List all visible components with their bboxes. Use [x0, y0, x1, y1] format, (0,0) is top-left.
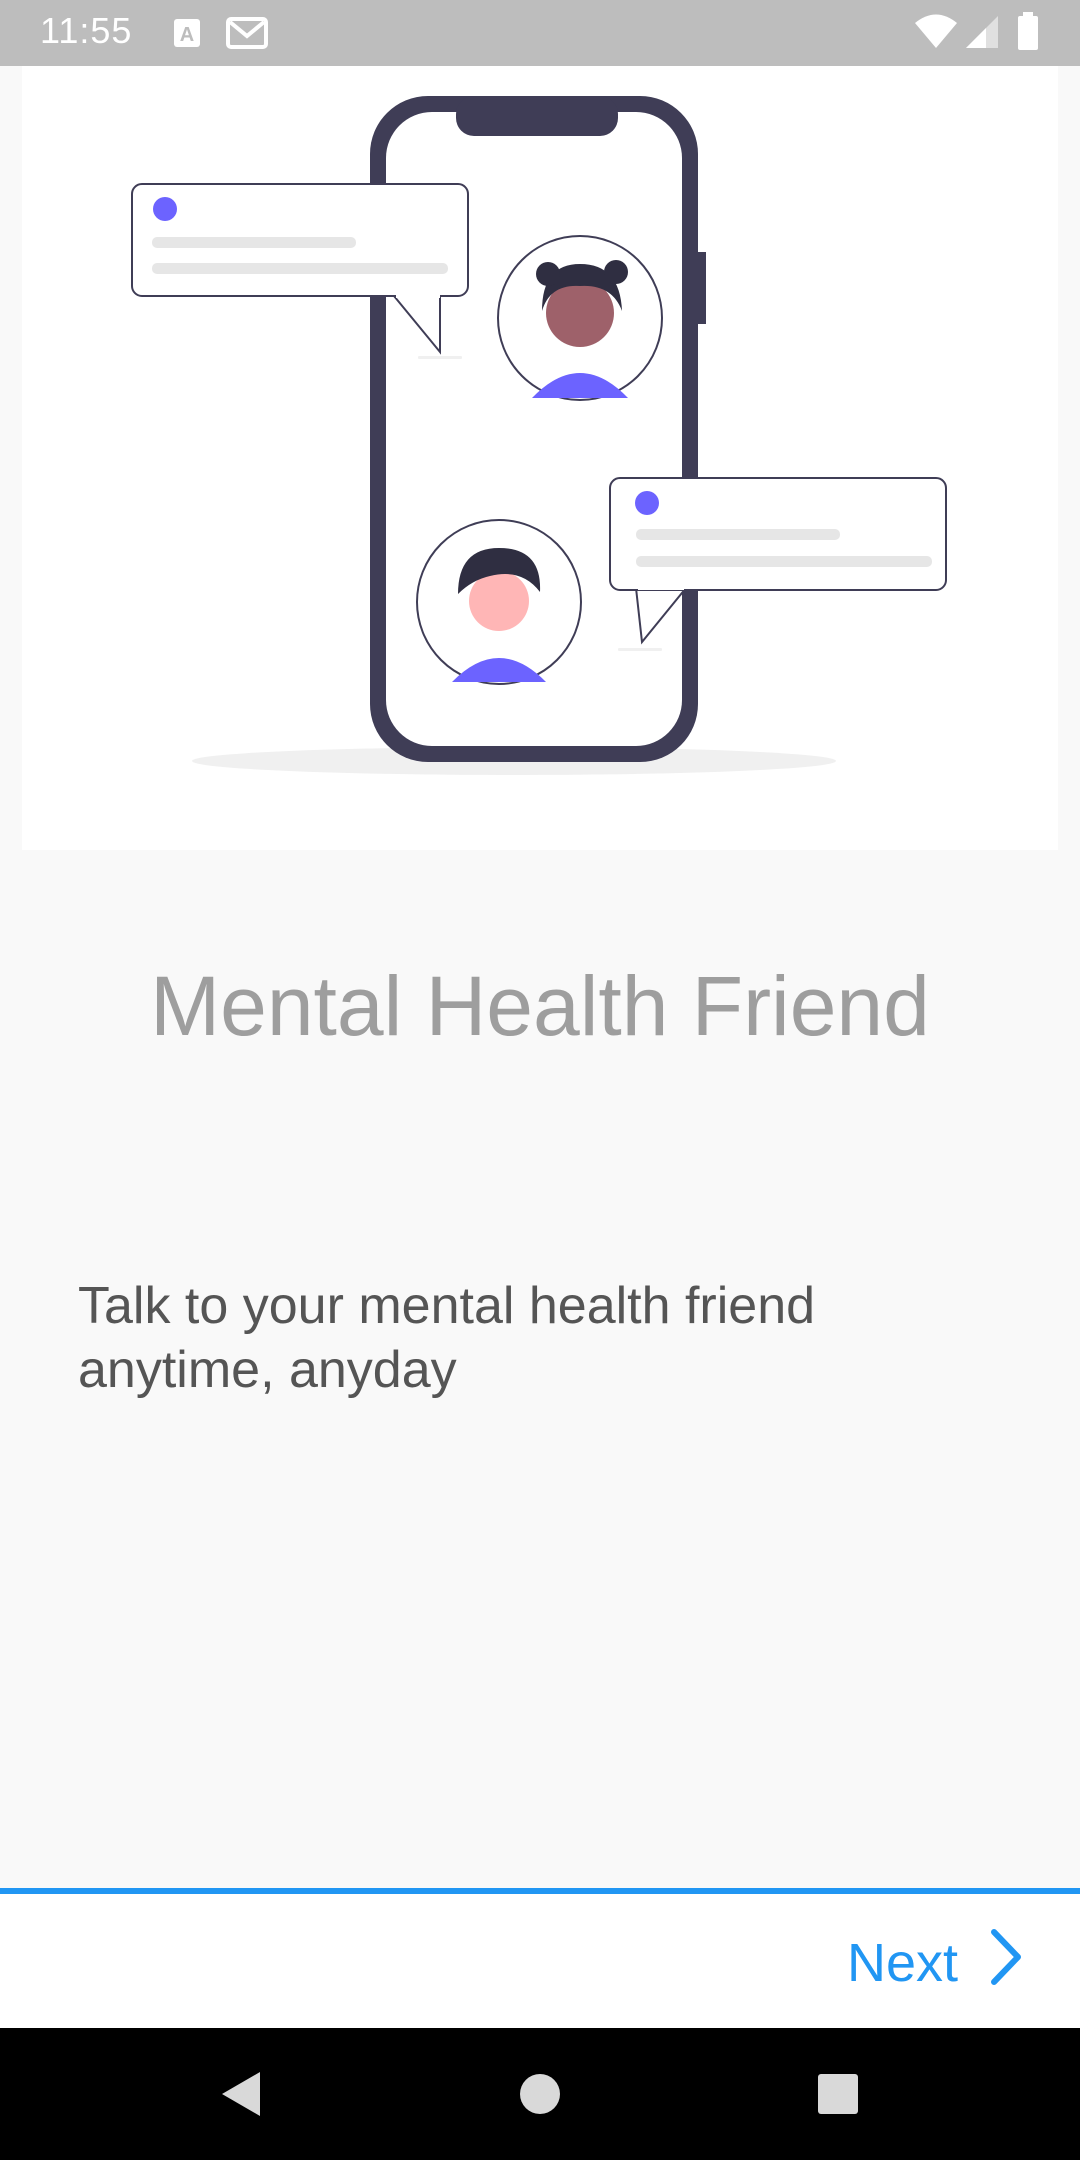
chat-phone-illustration — [131, 96, 947, 775]
signal-icon — [964, 14, 1000, 55]
system-navigation-bar — [0, 2028, 1080, 2160]
battery-icon — [1016, 12, 1040, 57]
status-time: 11:55 — [40, 10, 133, 51]
recents-icon[interactable] — [802, 2058, 874, 2130]
back-icon[interactable] — [204, 2058, 276, 2130]
chevron-right-icon — [988, 1928, 1024, 1999]
onboarding-illustration — [22, 66, 1058, 850]
status-bar: 11:55 A — [0, 0, 1080, 66]
keyboard-a-icon: A — [172, 16, 202, 55]
wifi-icon — [914, 14, 958, 55]
home-icon[interactable] — [504, 2058, 576, 2130]
onboarding-footer: Next — [0, 1894, 1080, 2028]
gmail-icon — [226, 16, 268, 55]
next-button-label: Next — [846, 1933, 958, 1993]
onboarding-description: Talk to your mental health friend anytim… — [78, 1277, 816, 1399]
svg-text:A: A — [180, 24, 194, 46]
onboarding-title: Mental Health Friend — [150, 959, 930, 1053]
next-button[interactable]: Next — [847, 1928, 1024, 1998]
